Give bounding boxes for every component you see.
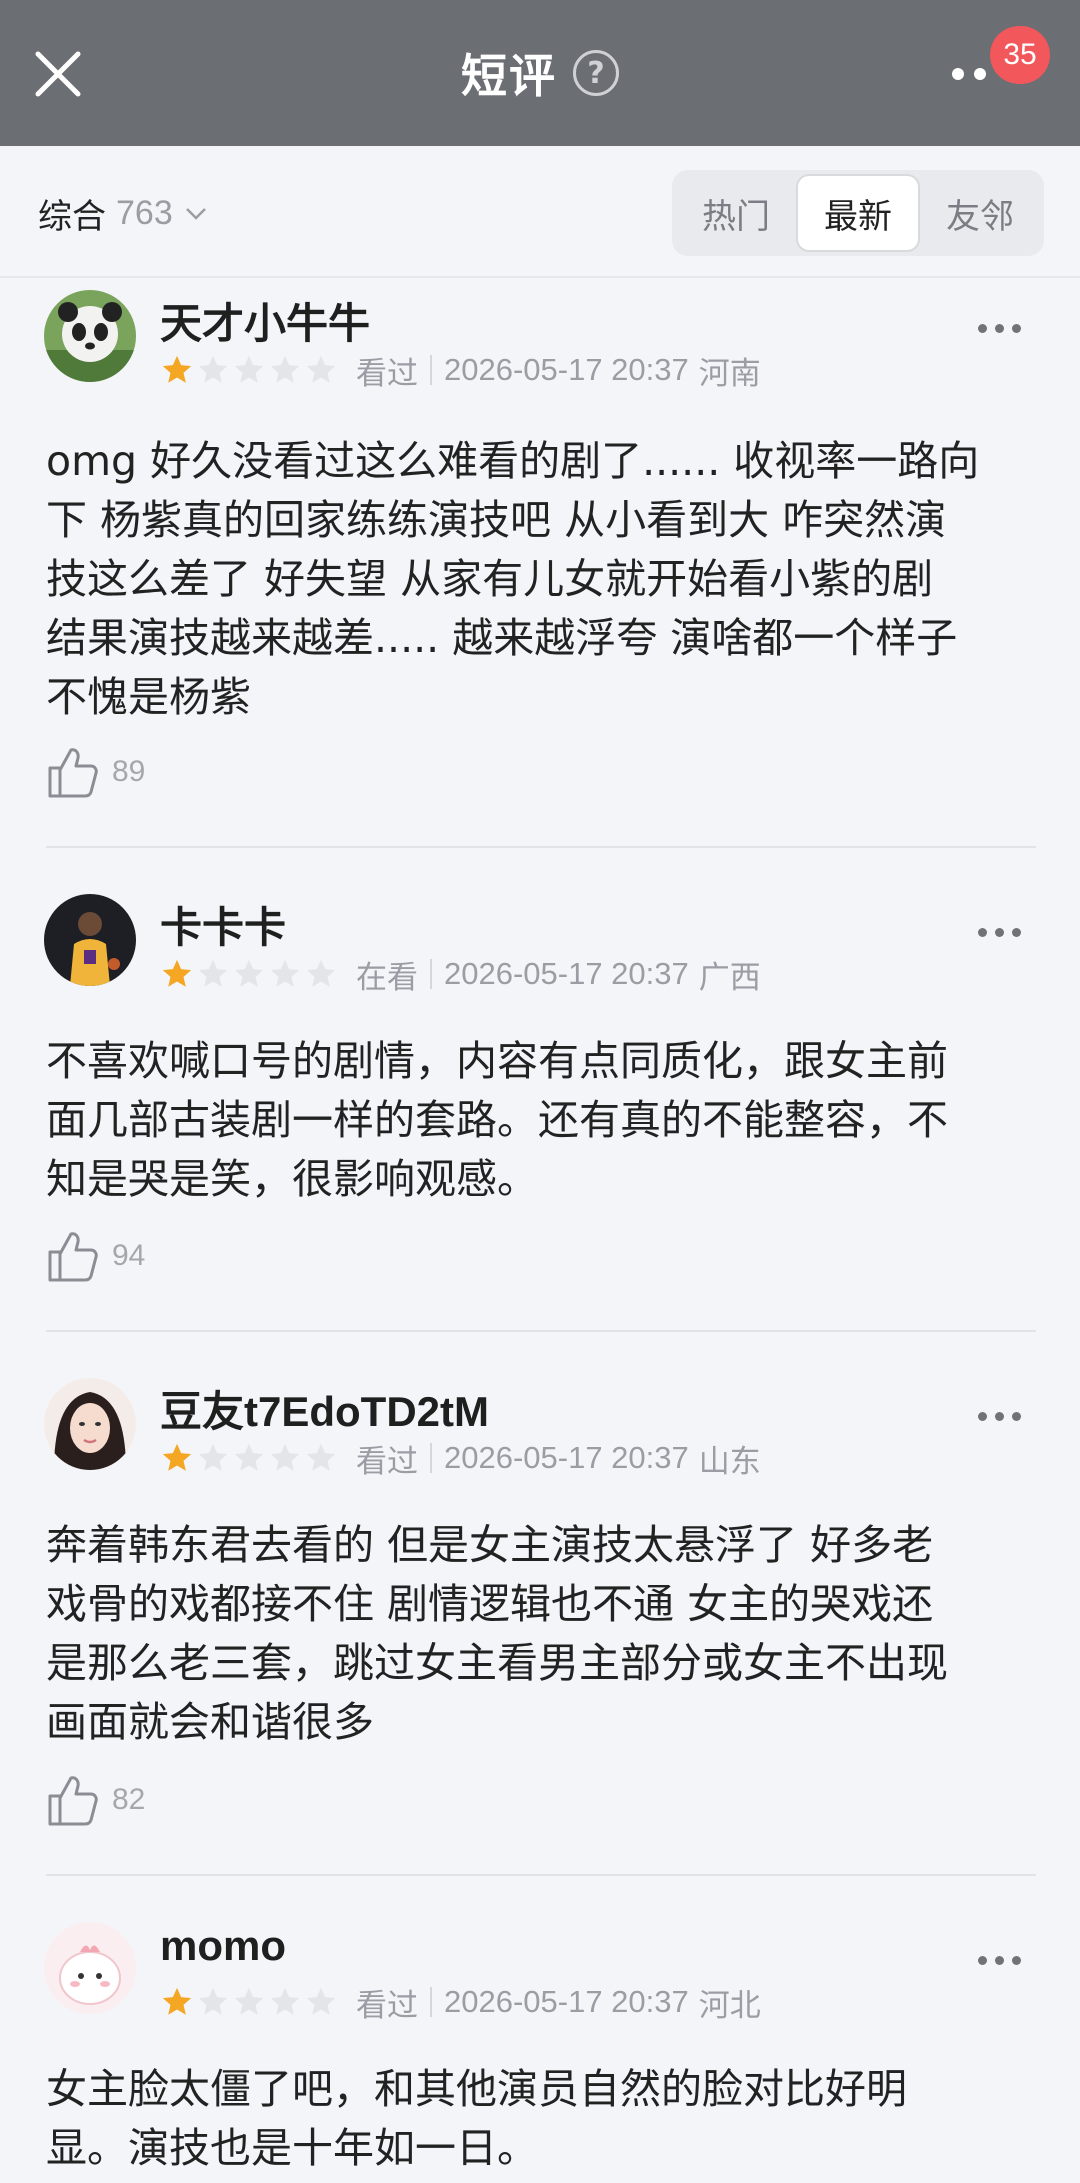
thumbs-up-icon	[48, 748, 98, 798]
rating-stars	[160, 1985, 338, 2019]
thumbs-up-icon	[48, 1776, 98, 1826]
review-time: 2026-05-17 20:37	[444, 1440, 689, 1475]
chevron-down-icon	[185, 208, 206, 220]
more-options-icon[interactable]	[978, 926, 1022, 938]
sort-dropdown[interactable]: 综合 763	[38, 188, 209, 238]
meta-separator	[430, 959, 432, 989]
review-meta: 看过 2026-05-17 20:37 山东	[160, 1436, 761, 1480]
review-location: 广西	[698, 959, 761, 996]
filter-bar: 综合 763 热门 最新 友邻	[0, 146, 1080, 278]
like-button[interactable]: 89	[44, 742, 145, 802]
more-options-icon[interactable]	[978, 322, 1022, 334]
top-bar: 短评 ? 35	[0, 0, 1080, 146]
review-location: 河南	[698, 355, 761, 392]
more-dots-icon[interactable]	[952, 64, 992, 84]
like-count: 82	[112, 1783, 146, 1816]
help-icon[interactable]: ?	[573, 50, 619, 96]
sort-label: 综合	[38, 196, 106, 237]
review-time: 2026-05-17 20:37	[444, 956, 689, 991]
rating-stars	[160, 957, 338, 991]
review-meta: 看过 2026-05-17 20:37 河南	[160, 348, 761, 392]
review-meta: 在看 2026-05-17 20:37 广西	[160, 952, 761, 996]
watch-status: 看过	[356, 1987, 418, 2024]
thumbs-up-icon	[48, 1232, 98, 1282]
rating-stars	[160, 353, 338, 387]
review-location: 河北	[698, 1987, 761, 2024]
more-options-icon[interactable]	[978, 1954, 1022, 1966]
review-count: 763	[116, 193, 173, 232]
like-count: 89	[112, 755, 146, 788]
avatar[interactable]	[44, 894, 136, 986]
review-meta: 看过 2026-05-17 20:37 河北	[160, 1980, 761, 2024]
review-location: 山东	[698, 1443, 761, 1480]
notification-badge[interactable]: 35	[990, 26, 1050, 84]
more-options-icon[interactable]	[978, 1410, 1022, 1422]
avatar[interactable]	[44, 290, 136, 382]
meta-separator	[430, 355, 432, 385]
avatar[interactable]	[44, 1378, 136, 1470]
tab-friends[interactable]: 友邻	[920, 174, 1040, 252]
divider	[46, 1874, 1036, 1876]
rating-stars	[160, 1441, 338, 1475]
review-time: 2026-05-17 20:37	[444, 352, 689, 387]
divider	[46, 846, 1036, 848]
page-title: 短评	[461, 49, 557, 103]
watch-status: 在看	[356, 959, 418, 996]
review-text: omg 好久没看过这么难看的剧了...... 收视率一路向 下 杨紫真的回家练练…	[46, 437, 980, 721]
avatar[interactable]	[44, 1922, 136, 2014]
review-text: 不喜欢喊口号的剧情，内容有点同质化，跟女主前 面几部古装剧一样的套路。还有真的不…	[46, 1037, 948, 1203]
tab-latest[interactable]: 最新	[796, 174, 920, 252]
review-text: 女主脸太僵了吧，和其他演员自然的脸对比好明 显。演技也是十年如一日。	[46, 2065, 907, 2172]
divider	[46, 1330, 1036, 1332]
meta-separator	[430, 1987, 432, 2017]
watch-status: 看过	[356, 1443, 418, 1480]
username[interactable]: momo	[160, 1922, 286, 1970]
like-button[interactable]: 94	[44, 1226, 145, 1286]
watch-status: 看过	[356, 355, 418, 392]
meta-separator	[430, 1443, 432, 1473]
username[interactable]: 卡卡卡	[160, 894, 286, 955]
username[interactable]: 豆友t7EdoTD2tM	[160, 1378, 489, 1439]
like-count: 94	[112, 1239, 146, 1272]
username[interactable]: 天才小牛牛	[160, 290, 370, 351]
title-group: 短评 ?	[0, 0, 1080, 146]
review-time: 2026-05-17 20:37	[444, 1984, 689, 2019]
segmented-control: 热门 最新 友邻	[672, 170, 1044, 256]
like-button[interactable]: 82	[44, 1770, 145, 1830]
review-text: 奔着韩东君去看的 但是女主演技太悬浮了 好多老 戏骨的戏都接不住 剧情逻辑也不通…	[46, 1521, 948, 1746]
tab-hot[interactable]: 热门	[676, 174, 796, 252]
